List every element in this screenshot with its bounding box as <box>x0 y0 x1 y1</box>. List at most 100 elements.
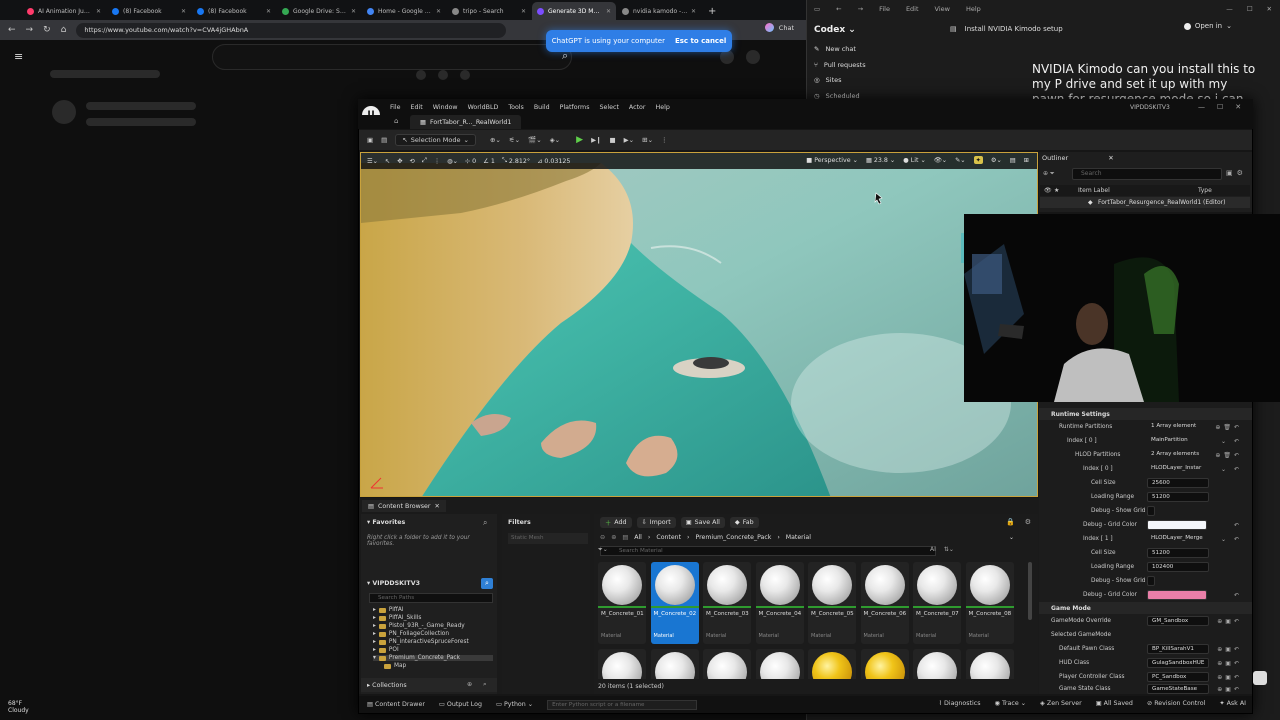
sidebar-toggle-icon[interactable]: ▭ <box>814 5 820 13</box>
reset-icon[interactable]: ⌄ ↶ <box>1221 536 1242 543</box>
browser-tab[interactable]: Home - Google Drive✕ <box>362 2 446 20</box>
pin-icon[interactable]: ★ <box>1054 187 1059 194</box>
translate-tool-icon[interactable]: ✥ <box>397 158 402 165</box>
add-filter-icon[interactable]: ⊕ ⏷ <box>1043 170 1055 178</box>
prop-index-0[interactable]: Index [ 0 ] MainPartition ⌄ ↶ <box>1039 435 1252 448</box>
home-icon[interactable]: ⌂ <box>394 117 398 125</box>
loading-range-input[interactable]: 51200 <box>1147 492 1209 502</box>
chevron-right-icon[interactable]: ▸ <box>373 615 376 621</box>
perspective-dropdown[interactable]: ■ Perspective ⌄ <box>806 156 858 164</box>
asset-actions-icon[interactable]: ⊕▣↶ <box>1217 618 1242 625</box>
show-grid-checkbox[interactable] <box>1147 576 1155 586</box>
array-actions-icon[interactable]: ⊕🗑↶ <box>1215 424 1242 431</box>
ue-menu-item[interactable]: Actor <box>629 104 646 111</box>
add-button[interactable]: ＋ Add <box>600 517 632 528</box>
rotation-snap[interactable]: ∠ 1 <box>483 158 495 165</box>
asset-tile[interactable]: M_Concrete_02 Material <box>650 562 699 644</box>
reload-icon[interactable]: ↻ <box>43 25 51 35</box>
app-tray-icon[interactable] <box>1253 671 1267 685</box>
breadcrumb-all[interactable]: All <box>634 534 642 541</box>
weather-widget[interactable]: 68°F Cloudy <box>8 700 29 714</box>
folder-tree-item[interactable]: ▸ PiffAI_Skills <box>373 615 421 621</box>
outliner-search-input[interactable]: Search <box>1072 168 1222 180</box>
reset-icon[interactable]: ⌄ ↶ <box>1221 466 1242 473</box>
default-pawn-dropdown[interactable]: BP_KillSarahV1 <box>1147 644 1209 654</box>
search-icon[interactable]: ⌕ <box>481 578 493 589</box>
selection-mode-dropdown[interactable]: ↖ Selection Mode ⌄ <box>395 134 476 146</box>
filter-static-mesh[interactable]: Static Mesh <box>508 533 588 544</box>
history-forward-icon[interactable]: ⊕ <box>611 534 616 541</box>
codex-title[interactable]: Codex ⌄ <box>814 25 856 35</box>
add-collection-icon[interactable]: ⊕ <box>467 681 472 688</box>
settings-icon[interactable]: ⚙⌄ <box>991 156 1002 164</box>
prop-debug-grid-color-2[interactable]: Debug - Grid Color ↶ <box>1039 589 1252 602</box>
section-runtime-settings[interactable]: Runtime Settings <box>1039 408 1252 420</box>
codex-new-chat[interactable]: ✎ New chat <box>814 45 856 53</box>
prop-game-state[interactable]: Game State Class GameStateBase ⊕▣↶ <box>1039 683 1252 696</box>
play-icon[interactable]: ▶ <box>576 135 583 145</box>
menu-file[interactable]: File <box>879 5 890 13</box>
close-tab-icon[interactable]: ✕ <box>691 8 696 15</box>
prop-default-pawn[interactable]: Default Pawn Class BP_KillSarahV1 ⊕▣↶ <box>1039 643 1252 656</box>
step-icon[interactable]: ▶❙ <box>591 136 601 144</box>
output-log-button[interactable]: ▭ Output Log <box>439 701 482 708</box>
project-root-header[interactable]: ▾ VIPDDSKITV3 <box>367 580 420 587</box>
open-in-button[interactable]: Open in ⌄ <box>1183 22 1232 30</box>
launch-icon[interactable]: ▶⌄ <box>624 136 634 144</box>
asset-tile[interactable] <box>598 649 646 679</box>
prop-debug-show-grid-2[interactable]: Debug - Show Grid <box>1039 575 1252 588</box>
player-controller-dropdown[interactable]: PC_Sandbox <box>1147 672 1209 682</box>
close-tab-icon[interactable]: ✕ <box>351 8 356 15</box>
asset-tile[interactable]: M_Concrete_07 Material <box>913 562 961 644</box>
minimize-icon[interactable]: — <box>1226 5 1233 13</box>
forward-icon[interactable]: → <box>858 5 863 13</box>
close-tab-icon[interactable]: ✕ <box>96 8 101 15</box>
filter-icon[interactable]: ⏷⌄ <box>598 546 608 554</box>
fov-dropdown[interactable]: ▦ 23.8 ⌄ <box>866 156 895 164</box>
prop-cell-size-2[interactable]: Cell Size 51200 <box>1039 547 1252 560</box>
breadcrumb-content[interactable]: Content <box>656 534 681 541</box>
asset-tile[interactable]: M_Concrete_01 Material <box>598 562 646 644</box>
trace-button[interactable]: ◉ Trace ⌄ <box>995 700 1027 707</box>
chevron-right-icon[interactable]: ▸ <box>373 631 376 637</box>
settings-icon[interactable]: ⚙ <box>1025 518 1031 526</box>
ue-menu-item[interactable]: WorldBLD <box>468 104 499 111</box>
minimize-icon[interactable]: — <box>1198 103 1205 111</box>
platforms-icon[interactable]: ⊞⌄ <box>642 136 653 144</box>
realtime-icon[interactable]: ✦ <box>973 156 983 164</box>
scale-snap[interactable]: ⤡ 2.812° <box>502 157 530 165</box>
prop-debug-grid-color[interactable]: Debug - Grid Color ↶ <box>1039 519 1252 532</box>
favorites-header[interactable]: ▾ Favorites <box>367 519 405 526</box>
history-back-icon[interactable]: ⊖ <box>600 534 605 541</box>
sidebar-icon[interactable]: ▤ <box>950 25 957 33</box>
asset-tile[interactable]: M_Concrete_06 Material <box>860 562 909 644</box>
asset-scrollbar[interactable] <box>1028 562 1032 620</box>
search-icon[interactable]: ⌕ <box>483 518 487 528</box>
search-material-input[interactable]: Search Material <box>600 546 936 556</box>
maximize-icon[interactable]: ☐ <box>1247 5 1253 13</box>
prop-hlod-index-1[interactable]: Index [ 1 ] HLODLayer_Merge ⌄ ↶ <box>1039 533 1252 546</box>
lit-dropdown[interactable]: ● Lit ⌄ <box>903 156 926 164</box>
section-game-mode[interactable]: Game Mode <box>1039 602 1252 614</box>
ue-menu-item[interactable]: Tools <box>508 104 524 111</box>
cell-size-input[interactable]: 51200 <box>1147 548 1209 558</box>
ai-icon[interactable]: AI <box>930 546 936 553</box>
search-paths-input[interactable]: Search Paths <box>369 593 493 603</box>
ue-level-tab[interactable]: ▦ FortTabor_R..._RealWorld1 <box>410 115 522 129</box>
reset-icon[interactable]: ⌄ ↶ <box>1221 438 1242 445</box>
chevron-right-icon[interactable]: ▸ <box>373 607 376 613</box>
folder-tree-item[interactable]: Map <box>381 663 406 669</box>
home-icon[interactable]: ⌂ <box>61 25 67 35</box>
modes-icon[interactable]: ◈⌄ <box>550 136 560 144</box>
chevron-right-icon[interactable]: ▸ <box>373 639 376 645</box>
browser-tab[interactable]: (8) Facebook ✕ <box>107 2 191 20</box>
content-browser-tab[interactable]: ▤ Content Browser ✕ <box>362 500 446 512</box>
reset-icon[interactable]: ↶ <box>1234 522 1242 529</box>
show-grid-checkbox[interactable] <box>1147 506 1155 516</box>
save-icon[interactable]: ▣ <box>367 136 373 144</box>
search-icon[interactable]: ⌕ <box>483 681 487 689</box>
prop-cell-size[interactable]: Cell Size 25600 <box>1039 477 1252 490</box>
codex-pull-requests[interactable]: ⑂ Pull requests <box>814 61 866 69</box>
array-actions-icon[interactable]: ⊕🗑↶ <box>1215 452 1242 459</box>
viewport-menu-icon[interactable]: ☰⌄ <box>367 158 378 165</box>
